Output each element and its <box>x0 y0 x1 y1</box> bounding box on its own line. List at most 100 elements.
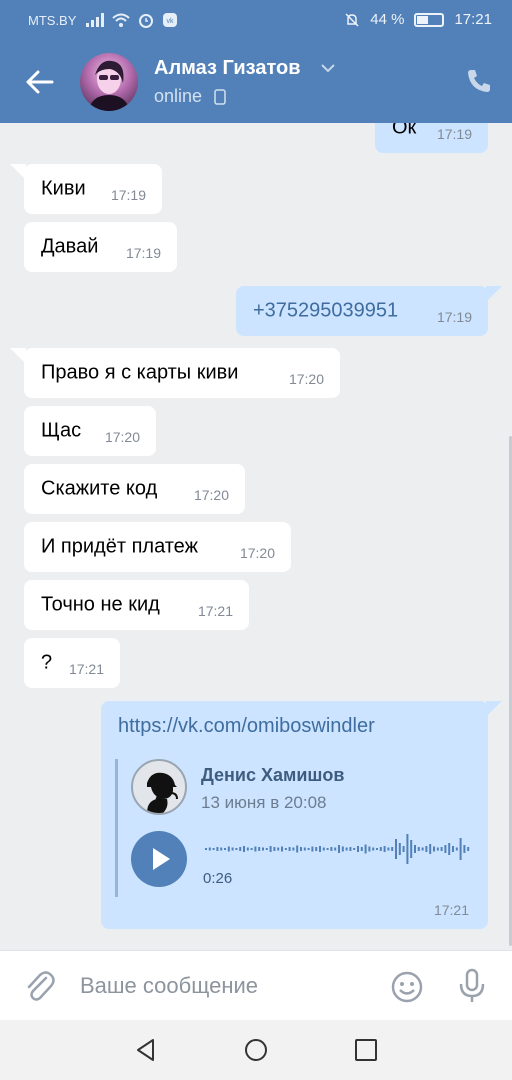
message-text: Право я с карты киви <box>41 361 239 384</box>
waveform-bar <box>273 847 276 851</box>
message-time: 17:19 <box>436 309 472 325</box>
waveform-bar <box>406 834 409 864</box>
audio-duration: 0:26 <box>203 870 233 887</box>
waveform-bar <box>410 840 413 858</box>
contact-avatar[interactable] <box>80 53 138 111</box>
message-bubble-incoming[interactable]: Скажите код 17:20 <box>24 464 245 514</box>
waveform-bar <box>349 847 352 851</box>
back-arrow-icon[interactable] <box>24 68 56 96</box>
message-time: 17:20 <box>104 429 140 445</box>
waveform-bar <box>467 847 470 851</box>
emoji-icon[interactable] <box>390 970 424 1004</box>
alarm-icon <box>139 14 153 28</box>
message-input[interactable] <box>80 969 380 1003</box>
waveform-bar <box>364 844 367 854</box>
waveform-bar <box>360 847 363 851</box>
waveform-bar <box>345 847 348 851</box>
clock: 17:21 <box>454 11 492 28</box>
mobile-phone-icon <box>214 89 226 105</box>
message-bubble-incoming[interactable]: Право я с карты киви 17:20 <box>24 348 340 398</box>
waveform-bar <box>402 846 405 852</box>
waveform-bar <box>212 848 215 850</box>
waveform-bar <box>322 847 325 851</box>
microphone-icon[interactable] <box>456 968 488 1004</box>
waveform-bar <box>326 848 329 850</box>
waveform-bar <box>227 846 230 852</box>
message-text: И придёт платеж <box>41 535 198 558</box>
waveform-bar <box>414 845 416 853</box>
waveform-bar <box>254 846 257 852</box>
waveform-bar <box>452 846 454 852</box>
message-time: 17:20 <box>239 545 275 561</box>
message-bubble-incoming[interactable]: Щас 17:20 <box>24 406 156 456</box>
author-avatar[interactable] <box>131 759 187 815</box>
waveform-bar <box>436 847 439 851</box>
attachment-quote-bar <box>115 759 118 897</box>
message-text: Щас <box>41 419 82 442</box>
waveform-bar <box>448 843 451 855</box>
waveform-bar <box>239 847 242 851</box>
waveform-bar <box>315 847 318 851</box>
waveform-bar <box>372 847 375 851</box>
waveform-bar <box>387 847 390 851</box>
vk-notification-icon: vk <box>163 13 177 27</box>
waveform-bar <box>383 846 386 852</box>
message-bubble-incoming[interactable]: И придёт платеж 17:20 <box>24 522 291 572</box>
waveform-bar <box>208 847 211 851</box>
waveform-bar <box>284 848 287 850</box>
waveform-bar <box>224 848 226 850</box>
waveform-bar <box>338 845 340 853</box>
waveform-bar <box>262 847 264 851</box>
status-right: 44 % 17:21 <box>344 11 492 28</box>
message-bubble-incoming[interactable]: Киви 17:19 <box>24 164 162 214</box>
waveform-bar <box>353 848 356 850</box>
waveform-bar <box>277 847 280 851</box>
nav-recents-icon[interactable] <box>352 1036 380 1064</box>
waveform-bar <box>250 848 253 850</box>
shared-link[interactable]: https://vk.com/omiboswindler <box>118 715 375 738</box>
waveform-bar <box>319 846 321 852</box>
message-bubble-outgoing[interactable]: +375295039951 17:19 <box>236 286 488 336</box>
paperclip-icon[interactable] <box>22 968 56 1004</box>
message-bubble-outgoing[interactable]: Ок 17:19 <box>375 123 488 153</box>
message-time: 17:21 <box>197 603 233 619</box>
nav-home-icon[interactable] <box>242 1036 270 1064</box>
wifi-icon <box>112 13 130 27</box>
message-time: 17:19 <box>436 126 472 142</box>
waveform-bar <box>433 846 435 852</box>
phone-icon[interactable] <box>464 66 494 96</box>
message-text: Давай <box>41 235 99 258</box>
waveform-bar <box>421 847 424 851</box>
waveform-bar <box>296 845 299 853</box>
waveform-bar <box>243 846 245 852</box>
waveform-bar <box>341 846 344 852</box>
play-button[interactable] <box>131 831 187 887</box>
waveform-bar <box>216 847 219 851</box>
waveform-bar <box>429 844 432 854</box>
audio-author[interactable]: Денис Хамишов <box>201 765 344 786</box>
waveform-bar <box>220 847 223 851</box>
message-bubble-audio-share[interactable]: https://vk.com/omiboswindler Денис Хамиш… <box>101 701 488 929</box>
waveform-bar <box>395 839 397 859</box>
battery-percent: 44 % <box>370 11 405 28</box>
composer-bar <box>0 950 512 1020</box>
message-time: 17:21 <box>68 661 104 677</box>
contact-name[interactable]: Алмаз Гизатов <box>154 57 301 80</box>
nav-back-icon[interactable] <box>132 1036 160 1064</box>
chevron-down-icon[interactable] <box>320 62 336 74</box>
message-bubble-incoming[interactable]: ? 17:21 <box>24 638 120 688</box>
waveform-bar <box>417 847 420 851</box>
waveform-bar <box>307 848 310 850</box>
waveform-bar <box>379 847 382 851</box>
message-bubble-incoming[interactable]: Точно не кид 17:21 <box>24 580 249 630</box>
play-icon <box>153 848 170 870</box>
waveform-bar <box>391 847 394 851</box>
waveform-bar <box>269 846 272 852</box>
audio-waveform[interactable] <box>205 831 471 867</box>
waveform-bar <box>205 848 207 850</box>
contact-status: online <box>154 86 203 106</box>
waveform-bar <box>231 847 234 851</box>
waveform-bar <box>235 848 238 850</box>
waveform-bar <box>334 847 337 851</box>
message-bubble-incoming[interactable]: Давай 17:19 <box>24 222 177 272</box>
